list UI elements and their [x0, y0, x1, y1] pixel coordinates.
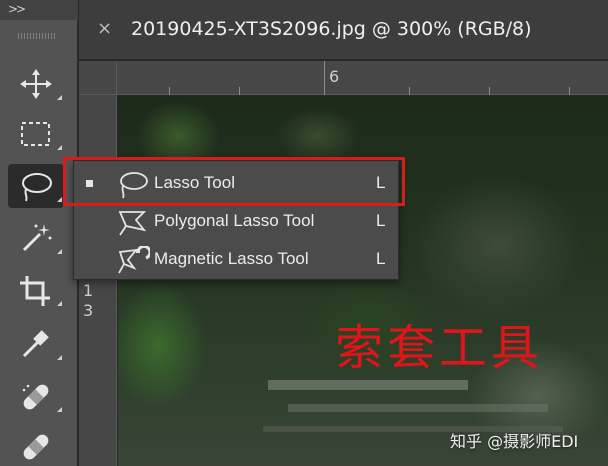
ruler-label: 6	[329, 67, 340, 86]
crop-icon	[20, 276, 50, 306]
move-tool-button[interactable]	[8, 62, 64, 106]
close-document-icon[interactable]: ×	[97, 18, 112, 39]
highlight-box	[63, 157, 405, 206]
bandage-icon	[23, 434, 49, 460]
tool-group-indicator	[57, 301, 62, 306]
tool-group-indicator	[57, 249, 62, 254]
bandage-icon	[22, 384, 49, 410]
menu-item-label: Magnetic Lasso Tool	[154, 249, 309, 268]
magnetic-lasso-icon	[118, 246, 150, 274]
crop-tool-button[interactable]	[8, 268, 64, 312]
document-tab[interactable]: × 20190425-XT3S2096.jpg @ 300% (RGB/8)	[79, 0, 608, 60]
menu-item-label: Polygonal Lasso Tool	[154, 211, 315, 230]
panel-grip[interactable]	[18, 33, 56, 39]
tools-panel-header: >>	[0, 0, 78, 20]
rectangle-marquee-icon	[21, 122, 50, 146]
polygonal-lasso-icon	[118, 211, 147, 236]
menu-item-shortcut: L	[376, 211, 386, 230]
annotation-text: 索套工具	[335, 320, 544, 376]
document-title: 20190425-XT3S2096.jpg @ 300% (RGB/8)	[131, 18, 532, 40]
ruler-origin[interactable]	[79, 61, 117, 95]
vertical-ruler[interactable]: 1 3	[79, 95, 117, 466]
tool-group-indicator	[57, 355, 62, 360]
menu-item-magnetic-lasso-tool[interactable]: Magnetic Lasso Tool L	[74, 241, 398, 279]
photo-detail	[268, 380, 468, 390]
collapse-panel-button[interactable]: >>	[8, 2, 26, 16]
tools-panel: >>	[0, 0, 78, 466]
menu-item-polygonal-lasso-tool[interactable]: Polygonal Lasso Tool L	[74, 203, 398, 241]
eyedropper-tool-button[interactable]	[8, 322, 64, 366]
photo-detail	[288, 404, 548, 412]
watermark: 知乎 @摄影师EDI	[450, 432, 579, 451]
magic-wand-icon	[22, 224, 52, 252]
document-canvas[interactable]	[118, 96, 608, 466]
tool-group-indicator	[57, 197, 62, 202]
spot-healing-tool-button[interactable]	[8, 374, 64, 418]
tool-group-indicator	[57, 407, 62, 412]
marquee-tool-button[interactable]	[8, 112, 64, 156]
ruler-label: 1	[83, 281, 94, 300]
ruler-label: 3	[83, 301, 94, 320]
menu-item-shortcut: L	[376, 249, 386, 268]
healing-brush-tool-button[interactable]	[8, 424, 64, 466]
move-arrows-icon	[20, 69, 52, 99]
tool-group-indicator	[57, 95, 62, 100]
tool-group-indicator	[57, 145, 62, 150]
eyedropper-icon	[22, 330, 49, 358]
lasso-tool-button[interactable]	[8, 164, 64, 208]
horizontal-ruler[interactable]: 6	[79, 61, 608, 95]
magic-wand-tool-button[interactable]	[8, 216, 64, 260]
lasso-icon	[22, 173, 52, 202]
